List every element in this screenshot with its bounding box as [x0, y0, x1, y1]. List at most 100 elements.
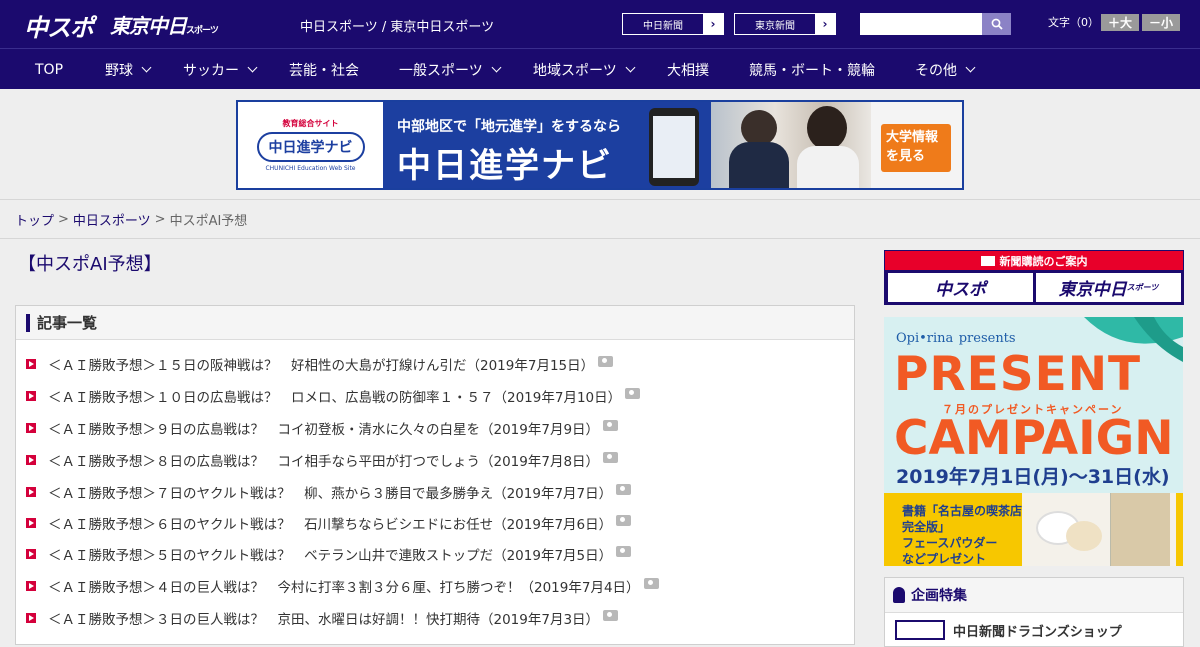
- header-accent-bar: [26, 313, 30, 332]
- nav-label: サッカー: [183, 62, 239, 79]
- chevron-down-icon: [965, 62, 976, 73]
- tokyo-label: 東京中日: [1058, 280, 1127, 300]
- button-label: 中日新聞: [643, 20, 683, 32]
- feature-item[interactable]: 中日新聞ドラゴンズショップ: [895, 620, 1122, 640]
- article-link[interactable]: ＜ＡＩ勝敗予想＞７日のヤクルト戦は？ 柳、燕から３勝目で最多勝争え（2019年7…: [48, 482, 612, 502]
- camera-icon: [616, 514, 632, 526]
- list-item[interactable]: ＜ＡＩ勝敗予想＞４日の巨人戦は？ 今村に打率３割３分６厘、打ち勝つぞ！（2019…: [26, 576, 659, 596]
- font-larger-button[interactable]: ＋大: [1101, 14, 1139, 31]
- tokyo-chunichi-logo[interactable]: 東京中日スポーツ: [110, 10, 219, 39]
- list-item[interactable]: ＜ＡＩ勝敗予想＞６日のヤクルト戦は？ 石川撃ちならビシエドにお任せ（2019年7…: [26, 513, 632, 533]
- present-campaign-banner[interactable]: Opi•rina presents PRESENT ７月のプレゼントキャンペーン…: [884, 317, 1183, 566]
- nav-label: TOP: [35, 61, 64, 78]
- article-link[interactable]: ＜ＡＩ勝敗予想＞３日の巨人戦は？ 京田、水曜日は好調！！快打期待（2019年7月…: [48, 608, 599, 628]
- chevron-down-icon: [141, 62, 152, 73]
- feature-title: 企画特集: [911, 588, 967, 604]
- search-button[interactable]: [982, 13, 1011, 35]
- article-link[interactable]: ＜ＡＩ勝敗予想＞５日のヤクルト戦は？ ベテラン山井で連敗ストップだ（2019年7…: [48, 544, 612, 564]
- feature-thumbnail: [895, 620, 945, 640]
- campaign-brand: Opi•rina presents: [896, 327, 1016, 347]
- site-links[interactable]: 中日スポーツ / 東京中日スポーツ: [300, 16, 494, 35]
- feature-item-label[interactable]: 中日新聞ドラゴンズショップ: [953, 621, 1122, 640]
- chevron-down-icon: [247, 62, 258, 73]
- article-link[interactable]: ＜ＡＩ勝敗予想＞４日の巨人戦は？ 今村に打率３割３分６厘、打ち勝つぞ！（2019…: [48, 576, 640, 596]
- campaign-prize-text: 書籍「名古屋の喫茶店 完全版」 フェースパウダー などプレゼント: [902, 503, 1022, 566]
- list-item[interactable]: ＜ＡＩ勝敗予想＞９日の広島戦は？ コイ初登板・清水に久々の白星を（2019年7月…: [26, 418, 619, 438]
- campaign-campaign-text: CAMPAIGN: [894, 411, 1174, 466]
- nav-item-baseball[interactable]: 野球: [105, 49, 152, 90]
- nav-item-racing[interactable]: 競馬・ボート・競輪: [749, 49, 875, 90]
- article-link[interactable]: ＜ＡＩ勝敗予想＞１０日の広島戦は？ ロメロ、広島戦の防御率１・５７（2019年7…: [48, 386, 621, 406]
- prize-line-4: などプレゼント: [902, 552, 987, 566]
- tokyo-shimbun-button[interactable]: 東京新聞 ›: [734, 13, 836, 35]
- banner-logo: 中日進学ナビ: [256, 132, 365, 162]
- prize-line-2: 完全版」: [902, 520, 951, 534]
- chevron-down-icon: [491, 62, 502, 73]
- cta-line-1: 大学情報: [886, 130, 939, 145]
- ribbon-icon: [893, 587, 905, 603]
- article-link[interactable]: ＜ＡＩ勝敗予想＞８日の広島戦は？ コイ相手なら平田が打つでしょう（2019年7月…: [48, 450, 599, 470]
- list-item[interactable]: ＜ＡＩ勝敗予想＞１０日の広島戦は？ ロメロ、広島戦の防御率１・５７（2019年7…: [26, 386, 641, 406]
- nav-label: 一般スポーツ: [399, 62, 483, 79]
- shingaku-navi-banner[interactable]: 教育総合サイト 中日進学ナビ CHUNICHI Education Web Si…: [236, 100, 964, 190]
- chevron-right-icon: ›: [815, 14, 835, 34]
- breadcrumb-chunichi-sports[interactable]: 中日スポーツ: [73, 210, 151, 229]
- subscribe-tokyo-chunichi[interactable]: 東京中日 スポーツ: [1036, 273, 1181, 302]
- subscription-title: 新聞購読のご案内: [999, 254, 1088, 268]
- camera-icon: [603, 451, 619, 463]
- banner-site-tag: 教育総合サイト: [282, 119, 339, 128]
- breadcrumb-top[interactable]: トップ: [15, 210, 54, 229]
- play-arrow-icon: [26, 613, 36, 623]
- list-item[interactable]: ＜ＡＩ勝敗予想＞８日の広島戦は？ コイ相手なら平田が打つでしょう（2019年7月…: [26, 450, 619, 470]
- site-header: 中スポ 東京中日スポーツ 中日スポーツ / 東京中日スポーツ 中日新聞 › 東京…: [0, 0, 1200, 48]
- list-item[interactable]: ＜ＡＩ勝敗予想＞３日の巨人戦は？ 京田、水曜日は好調！！快打期待（2019年7月…: [26, 608, 619, 628]
- article-list: 記事一覧 ＜ＡＩ勝敗予想＞１５日の阪神戦は？ 好相性の大島が打線けん引だ（201…: [15, 305, 855, 645]
- nav-item-others[interactable]: その他: [915, 49, 976, 90]
- prize-line-3: フェースパウダー: [902, 536, 998, 550]
- nav-label: 野球: [105, 62, 133, 79]
- list-item[interactable]: ＜ＡＩ勝敗予想＞５日のヤクルト戦は？ ベテラン山井で連敗ストップだ（2019年7…: [26, 544, 632, 564]
- article-link[interactable]: ＜ＡＩ勝敗予想＞１５日の阪神戦は？ 好相性の大島が打線けん引だ（2019年7月1…: [48, 354, 594, 374]
- tokyo-logo-text: 東京中日: [110, 14, 187, 38]
- campaign-date: 2019年7月1日(月)〜31日(水): [896, 466, 1170, 488]
- brand-name: Opi•rina: [896, 331, 954, 346]
- breadcrumb-separator: >: [58, 211, 69, 227]
- banner-logo-en: CHUNICHI Education Web Site: [265, 165, 356, 172]
- subscription-banner[interactable]: 新聞購読のご案内 中スポ 東京中日 スポーツ: [884, 250, 1184, 305]
- chuspo-logo[interactable]: 中スポ: [24, 8, 94, 43]
- list-item[interactable]: ＜ＡＩ勝敗予想＞７日のヤクルト戦は？ 柳、燕から３勝目で最多勝争え（2019年7…: [26, 482, 632, 502]
- page-title: 【中スポAI予想】: [18, 254, 162, 275]
- banner-cta-button[interactable]: 大学情報 を見る: [881, 124, 951, 172]
- nav-item-top[interactable]: TOP: [35, 49, 63, 90]
- camera-icon: [643, 577, 659, 589]
- list-item[interactable]: ＜ＡＩ勝敗予想＞１５日の阪神戦は？ 好相性の大島が打線けん引だ（2019年7月1…: [26, 354, 614, 374]
- subscribe-chuspo[interactable]: 中スポ: [888, 273, 1033, 302]
- feature-header: 企画特集: [885, 578, 1183, 613]
- play-arrow-icon: [26, 455, 36, 465]
- banner-headline: 中部地区で「地元進学」をするなら: [397, 119, 621, 135]
- search-input[interactable]: [860, 13, 982, 35]
- chunichi-shimbun-button[interactable]: 中日新聞 ›: [622, 13, 724, 35]
- book-image: [1110, 493, 1170, 566]
- banner-cta-area: 大学情報 を見る: [871, 102, 962, 188]
- nav-item-general-sports[interactable]: 一般スポーツ: [399, 49, 502, 90]
- play-arrow-icon: [26, 581, 36, 591]
- camera-icon: [616, 483, 632, 495]
- nav-item-sumo[interactable]: 大相撲: [667, 49, 709, 90]
- breadcrumb-separator: >: [154, 211, 166, 227]
- article-link[interactable]: ＜ＡＩ勝敗予想＞９日の広島戦は？ コイ初登板・清水に久々の白星を（2019年7月…: [48, 418, 599, 438]
- article-link[interactable]: ＜ＡＩ勝敗予想＞６日のヤクルト戦は？ 石川撃ちならビシエドにお任せ（2019年7…: [48, 513, 612, 533]
- banner-main-text: 中日進学ナビ: [397, 146, 613, 186]
- nav-item-soccer[interactable]: サッカー: [183, 49, 258, 90]
- font-smaller-button[interactable]: －小: [1142, 14, 1180, 31]
- nav-item-entertainment[interactable]: 芸能・社会: [289, 49, 359, 90]
- nav-label: 芸能・社会: [289, 62, 359, 79]
- play-arrow-icon: [26, 391, 36, 401]
- subscription-header: 新聞購読のご案内: [885, 251, 1183, 270]
- nav-item-local-sports[interactable]: 地域スポーツ: [533, 49, 636, 90]
- camera-icon: [625, 387, 641, 399]
- nav-label: 競馬・ボート・競輪: [749, 62, 875, 79]
- prize-line-1: 書籍「名古屋の喫茶店: [902, 504, 1023, 518]
- main-nav: TOP 野球 サッカー 芸能・社会 一般スポーツ 地域スポーツ 大相撲 競馬・ボ…: [0, 48, 1200, 89]
- campaign-present-text: PRESENT: [894, 347, 1142, 402]
